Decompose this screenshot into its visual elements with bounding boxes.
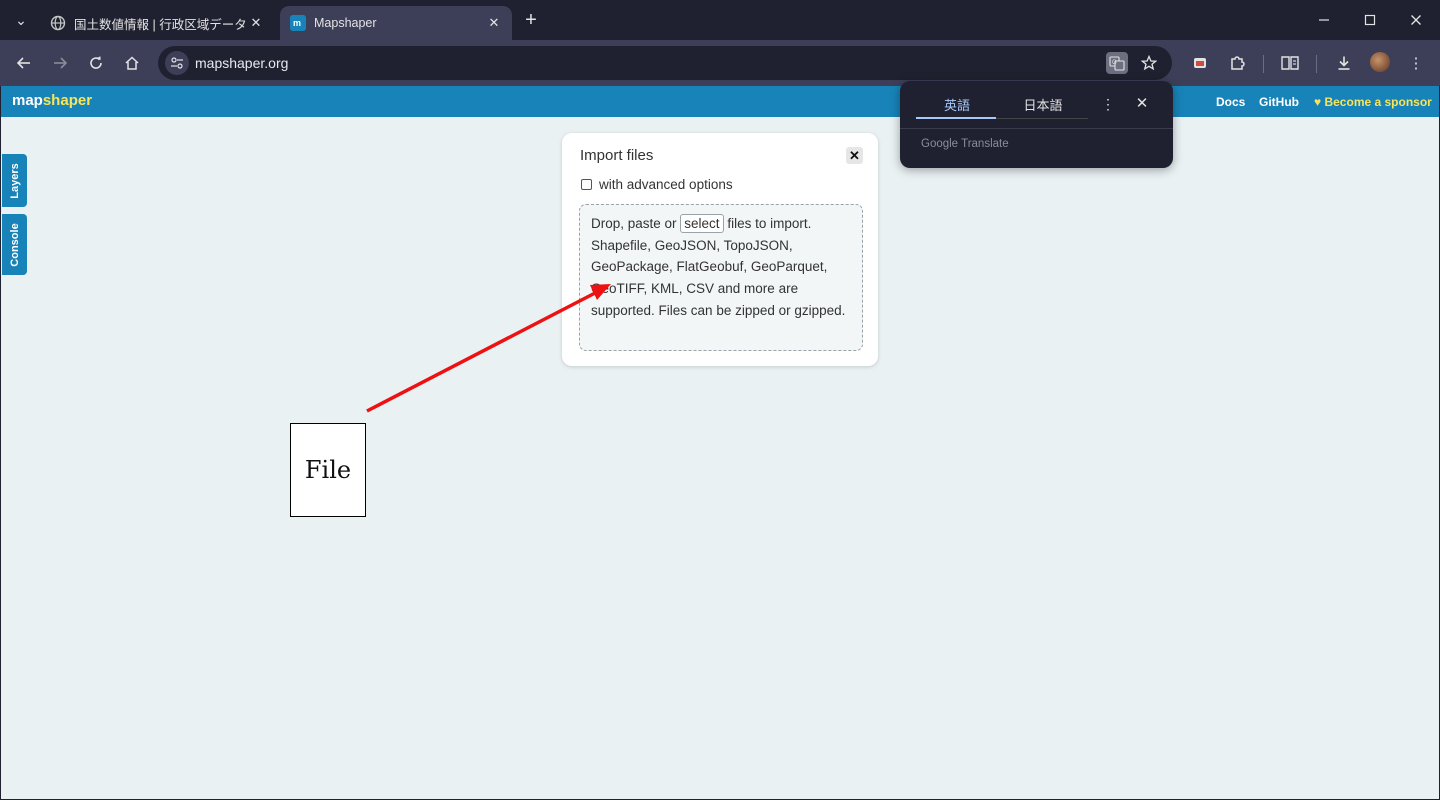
sponsor-link[interactable]: ♥ Become a sponsor	[1314, 95, 1432, 109]
heart-icon: ♥	[1314, 95, 1322, 109]
sponsor-label: Become a sponsor	[1324, 95, 1432, 109]
close-icon[interactable]: ✕	[1133, 94, 1151, 112]
console-tab[interactable]: Console	[2, 214, 27, 275]
advanced-options-checkbox[interactable]	[581, 179, 592, 190]
extensions-puzzle-icon[interactable]	[1225, 51, 1249, 75]
popup-divider	[900, 128, 1173, 129]
tab-title: Mapshaper	[314, 16, 377, 30]
tab-strip: ⌄ 国土数値情報 | 行政区域データ ✕ m Mapshaper ✕ +	[0, 0, 1440, 40]
tab-search-chevron-icon[interactable]: ⌄	[10, 9, 32, 31]
tab-mapshaper[interactable]: m Mapshaper ✕	[280, 6, 512, 40]
address-bar[interactable]: mapshaper.org G	[158, 46, 1172, 80]
brand-translate: Translate	[961, 138, 1009, 150]
back-arrow-icon[interactable]	[12, 51, 36, 75]
toolbar-divider	[1316, 55, 1317, 73]
window-close-icon[interactable]	[1404, 8, 1428, 32]
mapshaper-page: mapshaper Docs GitHub ♥ Become a sponsor…	[1, 86, 1439, 799]
forward-arrow-icon[interactable]	[48, 51, 72, 75]
bookmark-star-icon[interactable]	[1138, 52, 1160, 74]
target-language-tab[interactable]: 日本語	[1000, 95, 1086, 114]
layers-tab[interactable]: Layers	[2, 154, 27, 207]
logo-shaper-text: shaper	[42, 92, 93, 109]
more-vertical-icon[interactable]: ⋮	[1404, 51, 1428, 75]
tab-close-icon[interactable]: ✕	[484, 13, 504, 33]
translate-popup: 英語 日本語 ⋮ ✕ Google Translate	[900, 81, 1173, 168]
advanced-options-label: with advanced options	[599, 177, 733, 192]
mapshaper-logo[interactable]: mapshaper	[12, 92, 92, 109]
home-icon[interactable]	[120, 51, 144, 75]
active-tab-indicator	[916, 117, 996, 119]
mapshaper-icon: m	[290, 15, 306, 31]
site-info-tune-icon[interactable]	[165, 51, 189, 75]
console-tab-label: Console	[8, 222, 21, 267]
import-dialog: Import files ✕ with advanced options Dro…	[562, 133, 878, 366]
new-tab-plus-icon[interactable]: +	[520, 9, 542, 31]
drop-zone-text: Drop, paste or select files to import. S…	[591, 213, 855, 322]
tab-kokudo[interactable]: 国土数値情報 | 行政区域データ ✕	[40, 6, 274, 40]
file-annotation-box: File	[290, 423, 366, 517]
layers-tab-label: Layers	[8, 162, 21, 199]
import-dialog-title: Import files	[580, 147, 654, 164]
toolbar-divider	[1263, 55, 1264, 73]
minimize-icon[interactable]	[1312, 8, 1336, 32]
tab-divider-line	[996, 118, 1088, 119]
tab-title: 国土数値情報 | 行政区域データ	[74, 17, 246, 32]
profile-avatar[interactable]	[1370, 52, 1390, 72]
github-link[interactable]: GitHub	[1259, 95, 1299, 109]
extension-colorful-icon[interactable]	[1188, 51, 1212, 75]
reload-icon[interactable]	[84, 51, 108, 75]
translate-icon[interactable]: G	[1106, 52, 1128, 74]
docs-link[interactable]: Docs	[1216, 95, 1245, 109]
tab-close-icon[interactable]: ✕	[246, 13, 266, 33]
maximize-icon[interactable]	[1358, 8, 1382, 32]
globe-icon	[50, 15, 66, 31]
brand-google: Google	[921, 138, 959, 150]
reading-mode-icon[interactable]	[1278, 51, 1302, 75]
select-files-button[interactable]: select	[680, 214, 724, 233]
mapshaper-header: mapshaper Docs GitHub ♥ Become a sponsor	[1, 86, 1439, 117]
svg-text:m: m	[293, 18, 301, 28]
close-icon[interactable]: ✕	[846, 147, 863, 164]
svg-text:G: G	[1112, 60, 1117, 66]
google-translate-brand: Google Translate	[921, 138, 1009, 150]
source-language-tab[interactable]: 英語	[914, 95, 1000, 114]
browser-toolbar: mapshaper.org G ⋮	[0, 40, 1440, 86]
more-vertical-icon[interactable]: ⋮	[1100, 95, 1116, 113]
url-text[interactable]: mapshaper.org	[195, 55, 288, 71]
advanced-options-checkbox-row[interactable]: with advanced options	[581, 177, 733, 192]
file-drop-zone[interactable]: Drop, paste or select files to import. S…	[579, 204, 863, 351]
drop-text-before: Drop, paste or	[591, 216, 681, 231]
logo-map-text: map	[12, 92, 43, 109]
download-icon[interactable]	[1332, 51, 1356, 75]
